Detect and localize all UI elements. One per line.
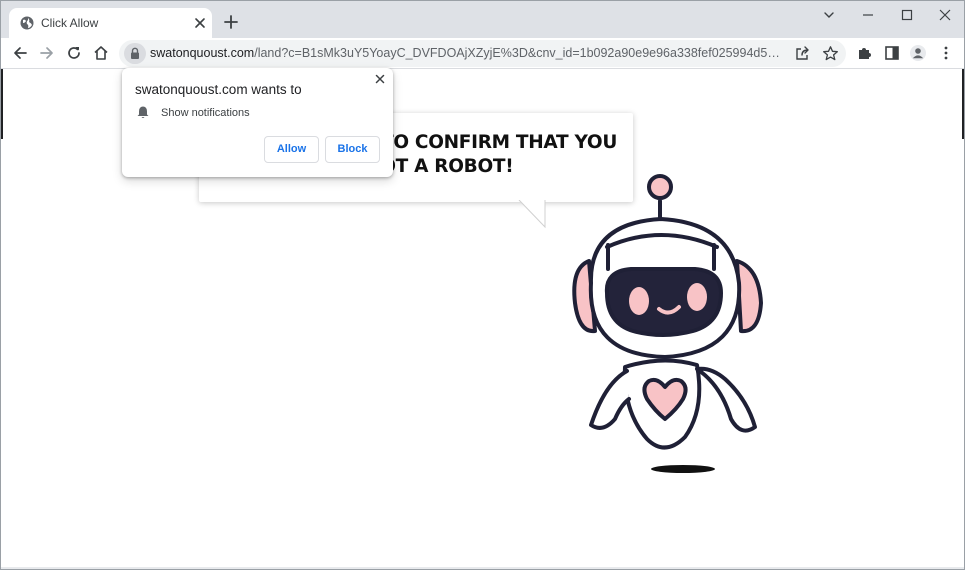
robot-left-eye bbox=[629, 287, 649, 315]
page-edge-left bbox=[1, 69, 3, 139]
url-text[interactable]: swatonquoust.com/land?c=B1sMk3uY5YoayC_D… bbox=[150, 46, 782, 60]
share-icon[interactable] bbox=[794, 45, 811, 62]
tab-click-allow[interactable]: Click Allow bbox=[9, 8, 212, 38]
globe-icon bbox=[20, 16, 34, 30]
robot-illustration bbox=[572, 174, 763, 473]
back-arrow-icon[interactable] bbox=[11, 44, 29, 62]
plus-icon[interactable] bbox=[223, 14, 239, 30]
minimize-icon[interactable] bbox=[860, 7, 876, 23]
robot-left-arm bbox=[589, 369, 631, 430]
chevron-down-icon[interactable] bbox=[821, 7, 837, 23]
address-bar[interactable]: swatonquoust.com/land?c=B1sMk3uY5YoayC_D… bbox=[119, 40, 846, 67]
kebab-menu-icon[interactable] bbox=[937, 44, 955, 62]
puzzle-icon[interactable] bbox=[856, 44, 874, 62]
site-info-button[interactable] bbox=[124, 43, 146, 64]
popup-title: swatonquoust.com wants to bbox=[135, 82, 302, 97]
toolbar: swatonquoust.com/land?c=B1sMk3uY5YoayC_D… bbox=[1, 38, 964, 69]
url-path: /land?c=B1sMk3uY5YoayC_DVFDOAjXZyjE%3D&c… bbox=[254, 46, 782, 60]
side-panel-icon[interactable] bbox=[883, 44, 901, 62]
window-close-icon[interactable] bbox=[937, 7, 953, 23]
robot-antenna-ball bbox=[647, 174, 673, 200]
permission-label: Show notifications bbox=[161, 107, 250, 119]
url-host: swatonquoust.com bbox=[150, 46, 255, 60]
tab-strip: Click Allow bbox=[1, 1, 964, 38]
page-edge-right bbox=[962, 69, 964, 139]
notification-permission-popup: swatonquoust.com wants to Show notificat… bbox=[122, 68, 393, 177]
home-icon[interactable] bbox=[92, 44, 110, 62]
bell-icon bbox=[137, 106, 149, 118]
speech-bubble-tail bbox=[518, 200, 546, 229]
block-button[interactable]: Block bbox=[325, 136, 380, 163]
reload-icon[interactable] bbox=[65, 44, 83, 62]
allow-button[interactable]: Allow bbox=[264, 136, 319, 163]
robot-shadow bbox=[651, 465, 715, 473]
lock-icon bbox=[131, 47, 139, 59]
tab-title: Click Allow bbox=[41, 16, 99, 30]
profile-icon[interactable] bbox=[909, 44, 927, 62]
forward-arrow-icon[interactable] bbox=[38, 44, 56, 62]
robot-right-arm bbox=[695, 366, 757, 433]
maximize-icon[interactable] bbox=[899, 7, 915, 23]
close-icon[interactable] bbox=[373, 72, 387, 86]
robot-right-eye bbox=[687, 283, 707, 311]
close-icon[interactable] bbox=[193, 16, 207, 30]
bottom-edge bbox=[1, 567, 964, 569]
star-icon[interactable] bbox=[822, 45, 839, 62]
browser-window: Click Allow swatonquoust.com/land?c=B1sM… bbox=[0, 0, 965, 570]
